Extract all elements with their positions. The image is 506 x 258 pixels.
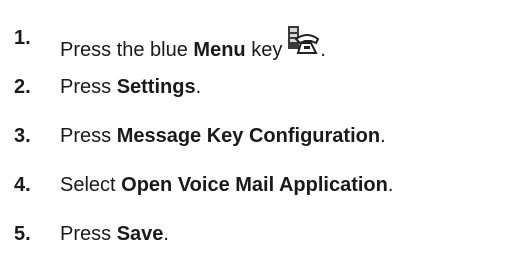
- step-4: 4. Select Open Voice Mail Application.: [14, 160, 504, 209]
- step-text: Press Settings.: [60, 76, 202, 98]
- step-1: 1. Press the blue Menu key .: [14, 13, 504, 62]
- message-key-config-label: Message Key Configuration: [116, 125, 381, 147]
- step-3: 3. Press Message Key Configuration.: [14, 111, 504, 160]
- step-5: 5. Press Save.: [14, 209, 504, 258]
- instruction-steps: 1. Press the blue Menu key . 2. Press Se…: [14, 13, 504, 258]
- step-number: 3.: [14, 125, 31, 147]
- step-text: Press Message Key Configuration.: [60, 125, 386, 147]
- step-2: 2. Press Settings.: [14, 62, 504, 111]
- menu-key-label: Menu: [193, 39, 246, 61]
- open-voice-mail-label: Open Voice Mail Application: [121, 174, 388, 196]
- step-number: 4.: [14, 174, 31, 196]
- settings-label: Settings: [116, 76, 196, 98]
- save-label: Save: [116, 223, 164, 245]
- step-number: 5.: [14, 223, 31, 245]
- phone-menu-icon: [286, 25, 320, 59]
- step-number: 2.: [14, 76, 31, 98]
- step-number: 1.: [14, 27, 31, 49]
- step-text: Press Save.: [60, 223, 169, 245]
- step-text: Select Open Voice Mail Application.: [60, 174, 394, 196]
- step-text: Press the blue Menu key .: [60, 25, 326, 63]
